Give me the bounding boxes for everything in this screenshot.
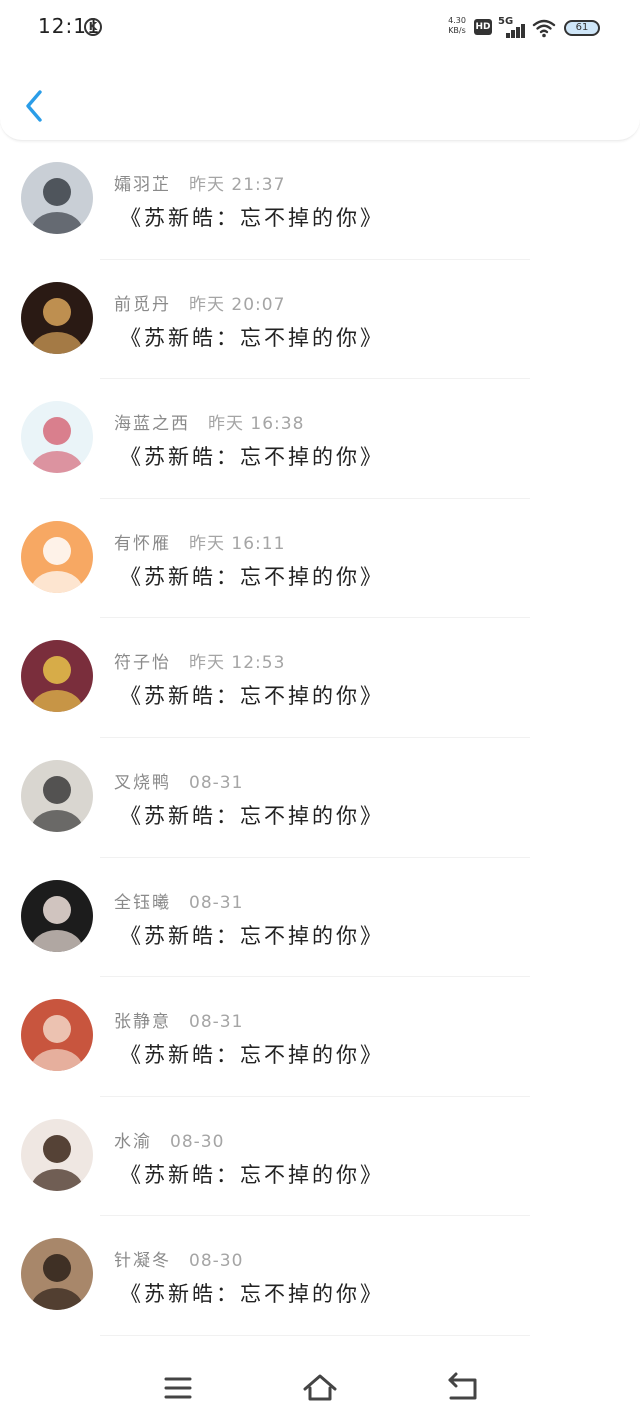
- list-item[interactable]: 全钰曦 08-31 《苏新皓：忘不掉的你》: [0, 858, 640, 978]
- user-name[interactable]: 叉烧鸭: [114, 773, 171, 793]
- status-bar: 12:11 K 4.30 KB/s HD 5G 61: [0, 0, 640, 56]
- user-name[interactable]: 有怀雁: [114, 534, 171, 554]
- list-item[interactable]: 水渝 08-30 《苏新皓：忘不掉的你》: [0, 1097, 640, 1217]
- user-name[interactable]: 前觅丹: [114, 295, 171, 315]
- network-speed-value: 4.30: [448, 16, 466, 25]
- avatar[interactable]: [21, 281, 93, 354]
- user-name[interactable]: 符子怡: [114, 653, 171, 673]
- avatar[interactable]: [21, 879, 93, 952]
- avatar[interactable]: [21, 759, 93, 832]
- user-name[interactable]: 海蓝之西: [114, 414, 190, 434]
- menu-icon[interactable]: [158, 1368, 198, 1408]
- system-nav-bar: [0, 1340, 640, 1425]
- comment-text: 《苏新皓：忘不掉的你》: [120, 564, 384, 589]
- list-item[interactable]: 针凝冬 08-30 《苏新皓：忘不掉的你》: [0, 1216, 640, 1336]
- comment-text: 《苏新皓：忘不掉的你》: [120, 206, 384, 230]
- avatar[interactable]: [21, 1238, 93, 1311]
- comment-time: 08-31: [189, 892, 244, 913]
- comment-header: 针凝冬 08-30: [114, 1246, 243, 1271]
- wifi-icon: [532, 19, 556, 38]
- signal-icon: 5G: [498, 16, 526, 38]
- comment-list: 孀羽芷 昨天 21:37 《苏新皓：忘不掉的你》 前觅丹 昨天 20:07 《苏新皓：忘不…: [0, 140, 640, 1336]
- list-item[interactable]: 海蓝之西 昨天 16:38 《苏新皓：忘不掉的你》: [0, 379, 640, 499]
- comment-time: 昨天 12:53: [189, 653, 286, 674]
- comment-header: 海蓝之西 昨天 16:38: [114, 409, 304, 434]
- divider: [100, 1334, 530, 1336]
- comment-time: 08-31: [189, 772, 244, 793]
- comment-time: 08-30: [170, 1131, 225, 1152]
- comment-time: 昨天 16:11: [189, 533, 286, 554]
- network-speed: 4.30 KB/s: [446, 16, 468, 36]
- comment-text: 《苏新皓：忘不掉的你》: [120, 1162, 384, 1187]
- avatar[interactable]: [21, 640, 93, 713]
- avatar[interactable]: [21, 162, 93, 234]
- network-type: 5G: [498, 16, 514, 27]
- comment-text: 《苏新皓：忘不掉的你》: [120, 923, 384, 948]
- user-name[interactable]: 水渝: [114, 1132, 152, 1152]
- avatar[interactable]: [21, 1118, 93, 1191]
- comment-header: 有怀雁 昨天 16:11: [114, 529, 285, 554]
- k-app-icon: K: [84, 18, 102, 36]
- network-speed-unit: KB/s: [448, 26, 466, 35]
- comment-text: 《苏新皓：忘不掉的你》: [120, 1043, 384, 1068]
- comment-text: 《苏新皓：忘不掉的你》: [120, 445, 384, 470]
- user-name[interactable]: 全钰曦: [114, 893, 171, 913]
- comment-text: 《苏新皓：忘不掉的你》: [120, 1282, 384, 1307]
- chevron-left-icon: [26, 90, 42, 122]
- app-header: 12:11 K 4.30 KB/s HD 5G 61: [0, 0, 640, 141]
- comment-time: 昨天 21:37: [189, 175, 286, 195]
- comment-text: 《苏新皓：忘不掉的你》: [120, 325, 384, 350]
- comment-header: 水渝 08-30: [114, 1127, 224, 1152]
- user-name[interactable]: 针凝冬: [114, 1251, 171, 1271]
- home-icon[interactable]: [300, 1368, 340, 1408]
- comment-time: 08-30: [189, 1251, 244, 1272]
- list-item[interactable]: 孀羽芷 昨天 21:37 《苏新皓：忘不掉的你》: [0, 140, 640, 260]
- comment-text: 《苏新皓：忘不掉的你》: [120, 803, 384, 828]
- comment-header: 叉烧鸭 08-31: [114, 768, 243, 793]
- comment-header: 孀羽芷 昨天 21:37: [114, 170, 285, 195]
- return-icon[interactable]: [442, 1368, 482, 1408]
- comment-text: 《苏新皓：忘不掉的你》: [120, 684, 384, 709]
- comment-header: 前觅丹 昨天 20:07: [114, 290, 285, 315]
- hd-icon: HD: [474, 19, 492, 35]
- user-name[interactable]: 张静意: [114, 1012, 171, 1032]
- comment-header: 全钰曦 08-31: [114, 888, 243, 913]
- avatar[interactable]: [21, 520, 93, 593]
- comment-time: 昨天 20:07: [189, 294, 286, 315]
- list-item[interactable]: 符子怡 昨天 12:53 《苏新皓：忘不掉的你》: [0, 618, 640, 738]
- avatar[interactable]: [21, 999, 93, 1072]
- comment-header: 张静意 08-31: [114, 1007, 243, 1032]
- user-name[interactable]: 孀羽芷: [114, 175, 171, 195]
- battery-icon: 61: [564, 20, 600, 36]
- list-item[interactable]: 有怀雁 昨天 16:11 《苏新皓：忘不掉的你》: [0, 499, 640, 619]
- list-item[interactable]: 前觅丹 昨天 20:07 《苏新皓：忘不掉的你》: [0, 260, 640, 380]
- list-item[interactable]: 叉烧鸭 08-31 《苏新皓：忘不掉的你》: [0, 738, 640, 858]
- back-button[interactable]: [20, 86, 50, 126]
- list-item[interactable]: 张静意 08-31 《苏新皓：忘不掉的你》: [0, 977, 640, 1097]
- comment-header: 符子怡 昨天 12:53: [114, 648, 285, 673]
- comment-time: 昨天 16:38: [208, 414, 305, 435]
- comment-time: 08-31: [189, 1012, 244, 1033]
- avatar[interactable]: [21, 401, 93, 474]
